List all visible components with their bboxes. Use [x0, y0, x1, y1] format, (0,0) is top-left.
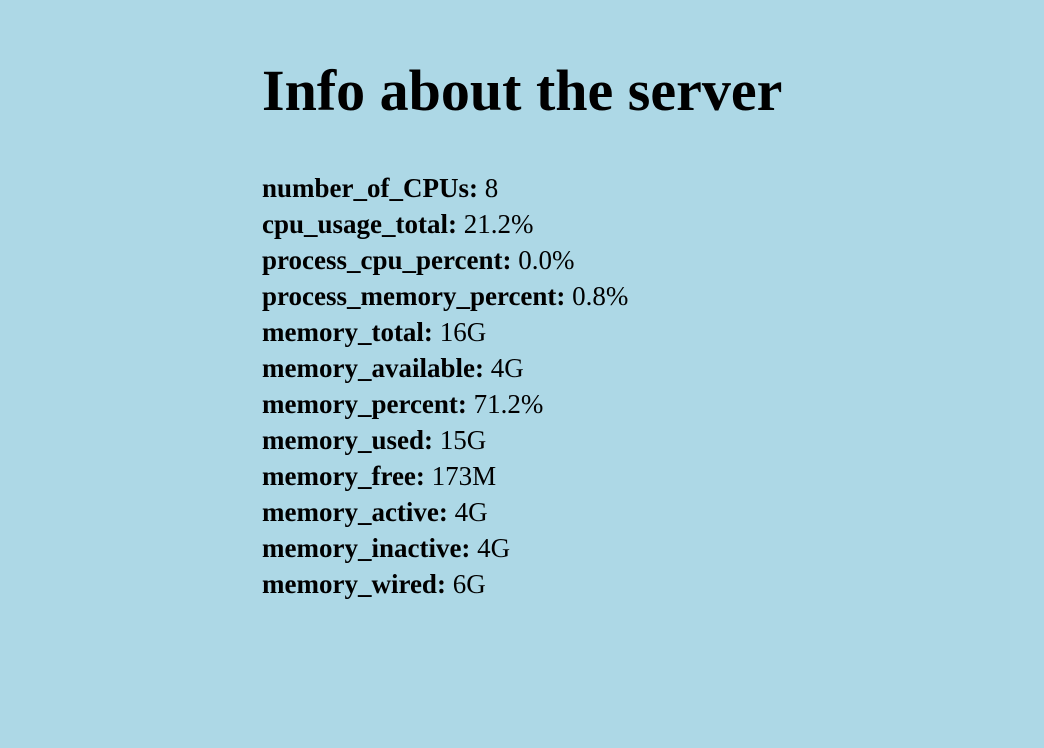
info-row-memory-active: memory_active: 4G	[262, 494, 782, 530]
info-value: 4G	[490, 353, 524, 383]
info-row-memory-wired: memory_wired: 6G	[262, 566, 782, 602]
info-value: 15G	[439, 425, 487, 455]
info-key: number_of_CPUs:	[262, 173, 478, 203]
page-title: Info about the server	[262, 58, 783, 123]
info-list: number_of_CPUs: 8 cpu_usage_total: 21.2%…	[262, 170, 782, 602]
info-row-cpu-usage-total: cpu_usage_total: 21.2%	[262, 206, 782, 242]
server-info-container: Info about the server number_of_CPUs: 8 …	[262, 56, 782, 602]
info-key: memory_percent:	[262, 389, 467, 419]
info-key: memory_wired:	[262, 569, 446, 599]
info-value: 8	[484, 173, 499, 203]
info-key: memory_free:	[262, 461, 425, 491]
info-row-memory-percent: memory_percent: 71.2%	[262, 386, 782, 422]
info-key: process_cpu_percent:	[262, 245, 512, 275]
info-row-process-memory-percent: process_memory_percent: 0.8%	[262, 278, 782, 314]
info-key: memory_available:	[262, 353, 484, 383]
info-value: 6G	[452, 569, 486, 599]
info-row-memory-available: memory_available: 4G	[262, 350, 782, 386]
info-value: 0.0%	[518, 245, 575, 275]
info-row-memory-total: memory_total: 16G	[262, 314, 782, 350]
info-row-memory-used: memory_used: 15G	[262, 422, 782, 458]
info-key: memory_active:	[262, 497, 448, 527]
info-value: 4G	[477, 533, 511, 563]
info-value: 21.2%	[463, 209, 534, 239]
info-key: memory_used:	[262, 425, 433, 455]
info-row-number-of-cpus: number_of_CPUs: 8	[262, 170, 782, 206]
info-value: 4G	[454, 497, 488, 527]
info-row-memory-inactive: memory_inactive: 4G	[262, 530, 782, 566]
info-row-memory-free: memory_free: 173M	[262, 458, 782, 494]
info-value: 173M	[431, 461, 497, 491]
info-key: process_memory_percent:	[262, 281, 566, 311]
info-value: 71.2%	[473, 389, 544, 419]
info-key: memory_inactive:	[262, 533, 471, 563]
info-row-process-cpu-percent: process_cpu_percent: 0.0%	[262, 242, 782, 278]
info-key: memory_total:	[262, 317, 433, 347]
info-key: cpu_usage_total:	[262, 209, 457, 239]
info-value: 0.8%	[572, 281, 629, 311]
info-value: 16G	[439, 317, 487, 347]
